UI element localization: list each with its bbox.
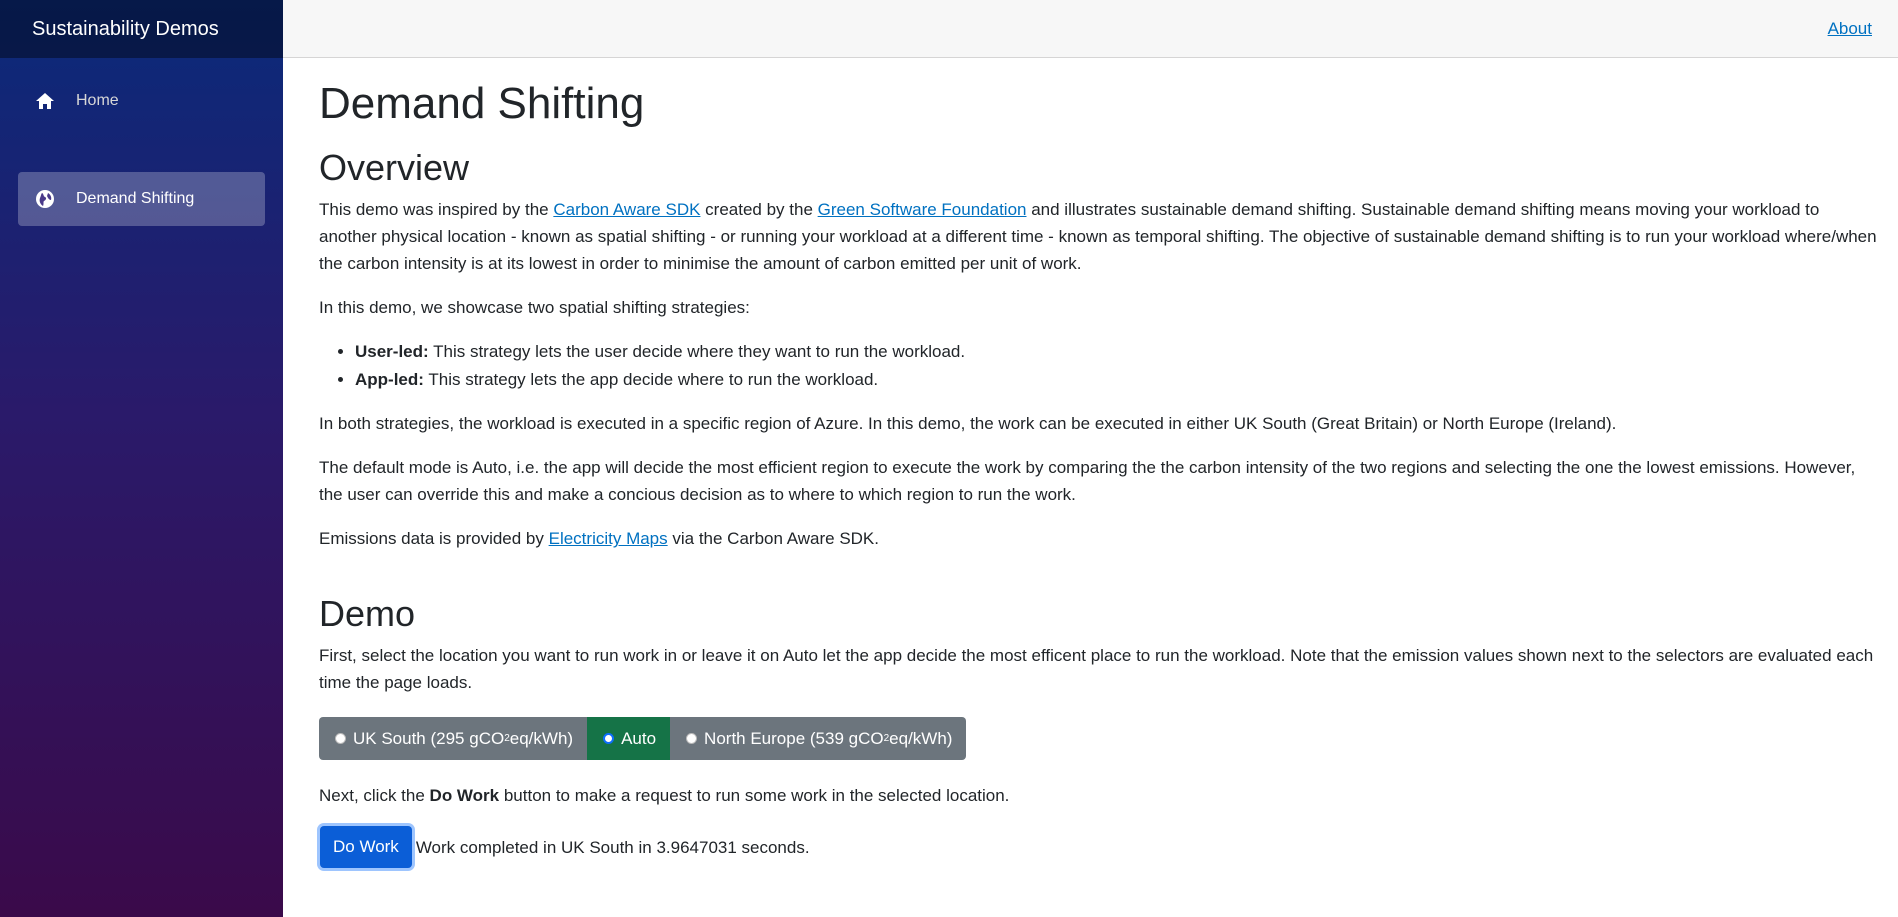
sidebar-item-label: Home: [76, 92, 119, 109]
sidebar-item-demand-shifting[interactable]: Demand Shifting: [18, 172, 265, 226]
region-label-unit: eq/kWh): [889, 728, 953, 748]
emissions-source-paragraph: Emissions data is provided by Electricit…: [319, 525, 1878, 552]
region-option-north-europe[interactable]: North Europe (539 gCO 2 eq/kWh): [670, 717, 967, 761]
default-mode-paragraph: The default mode is Auto, i.e. the app w…: [319, 457, 1856, 505]
radio-icon[interactable]: [686, 733, 698, 745]
globe-icon: [34, 188, 56, 210]
electricity-maps-link[interactable]: Electricity Maps: [549, 529, 668, 548]
do-work-instructions: Next, click the Do Work button to make a…: [319, 782, 1878, 809]
overview-paragraph-intro: This demo was inspired by the Carbon Awa…: [319, 196, 1878, 278]
strategy-name: User-led:: [355, 342, 429, 362]
text: Next, click the: [319, 786, 430, 806]
top-bar: About: [283, 0, 1898, 58]
regions-paragraph: In both strategies, the workload is exec…: [319, 413, 1617, 433]
work-result: Work completed in UK South in 3.9647031 …: [415, 837, 810, 857]
strategies-list: User-led: This strategy lets the user de…: [319, 338, 1878, 392]
about-link[interactable]: About: [1828, 19, 1872, 39]
carbon-aware-sdk-link[interactable]: Carbon Aware SDK: [553, 200, 700, 219]
region-option-uk-south[interactable]: UK South (295 gCO 2 eq/kWh): [319, 717, 588, 761]
region-label: North Europe (539 gCO: [704, 728, 884, 748]
strategy-desc: This strategy lets the user decide where…: [428, 342, 966, 362]
region-option-auto[interactable]: Auto: [587, 717, 671, 761]
home-icon: [34, 90, 56, 112]
region-label-unit: eq/kWh): [509, 728, 574, 748]
radio-checked-icon[interactable]: [603, 733, 615, 745]
list-item: User-led: This strategy lets the user de…: [355, 338, 1878, 365]
brand-bar: Sustainability Demos: [0, 0, 283, 58]
work-row: Do Work Work completed in UK South in 3.…: [319, 826, 1878, 869]
demo-heading: Demo: [319, 593, 416, 635]
demo-instructions: First, select the location you want to r…: [319, 645, 1874, 692]
region-label: UK South (295 gCO: [353, 728, 505, 748]
main-content: Demand Shifting Overview This demo was i…: [319, 58, 1878, 917]
text: Emissions data is provided by: [319, 529, 549, 549]
radio-icon[interactable]: [335, 733, 346, 745]
text: via the Carbon Aware SDK.: [667, 529, 879, 549]
region-selector: UK South (295 gCO 2 eq/kWh) Auto North Eur…: [319, 717, 967, 761]
page-title: Demand Shifting: [319, 79, 645, 128]
green-software-foundation-link[interactable]: Green Software Foundation: [818, 200, 1027, 219]
sidebar-nav: Home Demand Shifting: [0, 58, 283, 226]
strategy-desc: This strategy lets the app decide where …: [423, 369, 879, 389]
text-bold: Do Work: [429, 786, 500, 806]
brand-title[interactable]: Sustainability Demos: [32, 18, 219, 41]
sidebar-item-label: Demand Shifting: [76, 190, 195, 207]
do-work-button[interactable]: Do Work: [320, 826, 412, 869]
overview-heading: Overview: [319, 147, 470, 189]
region-label: Auto: [621, 728, 657, 748]
sidebar-item-home[interactable]: Home: [18, 74, 265, 128]
strategy-name: App-led:: [355, 369, 424, 389]
text: button to make a request to run some wor…: [499, 786, 1010, 806]
strategies-intro: In this demo, we showcase two spatial sh…: [319, 298, 750, 318]
text: This demo was inspired by the: [319, 199, 554, 219]
sidebar: Sustainability Demos Home Demand Shiftin…: [0, 0, 283, 917]
text: created by the: [700, 199, 818, 219]
list-item: App-led: This strategy lets the app deci…: [355, 366, 1878, 393]
